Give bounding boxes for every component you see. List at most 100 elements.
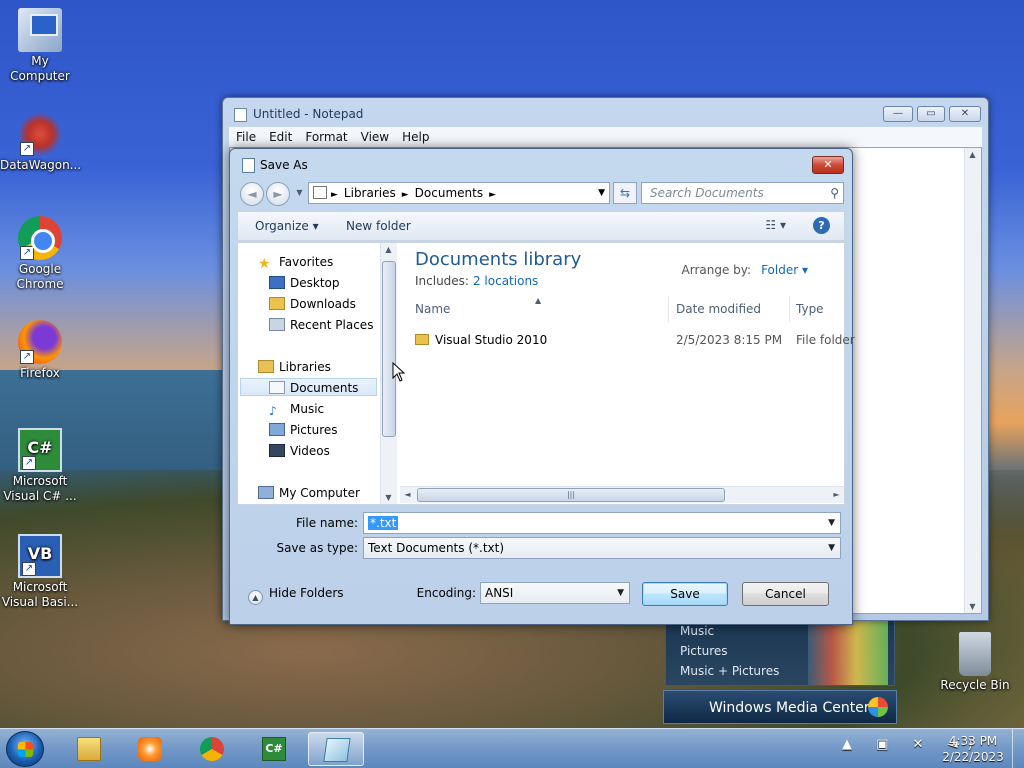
desktop-icon-chrome[interactable]: ↗ Google Chrome [0, 216, 80, 292]
chrome-icon [200, 737, 224, 761]
save-as-type-chevron-down-icon: ▼ [828, 543, 835, 553]
scrollbar-thumb[interactable] [382, 261, 396, 437]
menu-format[interactable]: Format [298, 127, 353, 144]
menu-view[interactable]: View [354, 127, 395, 144]
file-name-input[interactable]: *.txt ▼ [363, 512, 841, 534]
hide-folders-button[interactable]: ▲ Hide Folders [248, 586, 344, 605]
column-header-type[interactable]: Type [796, 296, 852, 322]
media-center-bar[interactable]: Windows Media Center [663, 690, 897, 724]
desktop-icon-my-computer[interactable]: My Computer [0, 8, 80, 84]
menu-help[interactable]: Help [395, 127, 435, 144]
scroll-down-icon[interactable]: ▼ [381, 493, 396, 502]
column-header-name[interactable]: Name ▲ [415, 296, 669, 322]
browse-pane: ★ Favorites Desktop Downloads Recent Plac… [237, 242, 855, 505]
dialog-footer: ▲ Hide Folders Encoding: ANSI ▼ Save Canc… [230, 574, 852, 614]
nav-recent-places[interactable]: Recent Places [269, 316, 389, 334]
notepad-vertical-scrollbar[interactable]: ▲ ▼ [964, 148, 981, 613]
save-button[interactable]: Save [642, 582, 728, 606]
datawagon-icon: ↗ [18, 112, 62, 156]
windows-media-center-logo-icon [868, 697, 888, 717]
scroll-right-icon[interactable]: ► [829, 490, 844, 499]
cancel-button[interactable]: Cancel [742, 582, 829, 606]
column-header-date-modified[interactable]: Date modified [676, 296, 790, 322]
file-date-modified: 2/5/2023 8:15 PM [676, 333, 783, 347]
desktop-icon-datawagon[interactable]: ↗ DataWagon... [0, 112, 81, 173]
downloads-icon [269, 297, 285, 310]
nav-music[interactable]: ♪ Music [269, 400, 389, 418]
mouse-pointer-icon [392, 362, 406, 382]
recycle-bin-icon [959, 632, 991, 676]
notepad-maximize-button[interactable]: ▭ [917, 106, 945, 122]
new-folder-button[interactable]: New folder [346, 219, 411, 233]
refresh-button[interactable]: ⇆ [613, 182, 637, 204]
vb-icon: ↗ [18, 534, 62, 578]
nav-my-computer[interactable]: My Computer [258, 484, 378, 502]
file-list-horizontal-scrollbar[interactable]: ◄ ||| ► [400, 486, 844, 503]
notepad-title: Untitled - Notepad [253, 107, 364, 121]
breadcrumb-documents[interactable]: Documents [409, 186, 489, 200]
change-view-icon[interactable]: ☷ ▾ [765, 218, 786, 232]
library-title: Documents library [415, 249, 582, 270]
notepad-icon [323, 738, 351, 762]
csharp-icon: C# [262, 737, 286, 761]
search-icon[interactable]: ⚲ [830, 183, 839, 203]
start-button[interactable] [6, 731, 44, 767]
desktop-icon-visual-csharp[interactable]: ↗ Microsoft Visual C# ... [0, 428, 80, 504]
show-desktop-button[interactable] [1012, 729, 1024, 768]
file-list-area: Documents library Includes: 2 locations A… [398, 243, 855, 504]
file-row[interactable]: Visual Studio 2010 2/5/2023 8:15 PM File… [415, 330, 855, 350]
chrome-icon: ↗ [18, 216, 62, 260]
organize-button[interactable]: Organize ▾ [255, 219, 319, 233]
navigation-pane: ★ Favorites Desktop Downloads Recent Plac… [238, 243, 380, 504]
save-as-type-select[interactable]: Text Documents (*.txt) ▼ [363, 537, 841, 559]
scroll-up-icon[interactable]: ▲ [965, 150, 980, 159]
notepad-close-button[interactable]: ✕ [949, 106, 981, 122]
scroll-left-icon[interactable]: ◄ [400, 490, 415, 499]
taskbar-windows-explorer[interactable] [61, 732, 117, 766]
scrollbar-thumb[interactable]: ||| [417, 488, 725, 502]
taskbar-visual-csharp[interactable]: C# [246, 732, 302, 766]
arrange-by-dropdown[interactable]: Folder ▾ [761, 263, 808, 277]
address-bar[interactable]: ► Libraries ► Documents ► ▼ [308, 182, 610, 204]
library-locations-link[interactable]: 2 locations [473, 274, 538, 288]
breadcrumb-libraries[interactable]: Libraries [338, 186, 402, 200]
desktop-icon-visual-basic[interactable]: ↗ Microsoft Visual Basi... [0, 534, 80, 610]
firefox-icon: ↗ [18, 320, 62, 364]
address-chevron-down-icon[interactable]: ▼ [598, 183, 605, 203]
help-icon[interactable]: ? [813, 217, 830, 234]
star-icon: ★ [258, 256, 271, 272]
scroll-down-icon[interactable]: ▼ [965, 602, 980, 611]
dialog-close-button[interactable]: ✕ [812, 156, 844, 174]
nav-downloads[interactable]: Downloads [269, 295, 389, 313]
dialog-title: Save As [260, 158, 308, 172]
scroll-up-icon[interactable]: ▲ [381, 245, 396, 254]
back-button[interactable]: ◄ [240, 182, 264, 206]
folder-icon [415, 334, 429, 345]
music-icon: ♪ [269, 404, 277, 418]
desktop-icon-firefox[interactable]: ↗ Firefox [0, 320, 80, 381]
taskbar-media-player[interactable] [122, 732, 178, 766]
nav-documents[interactable]: Documents [240, 378, 377, 396]
notepad-minimize-button[interactable]: — [883, 106, 913, 122]
taskbar-chrome[interactable] [184, 732, 240, 766]
desktop-icon [269, 276, 285, 289]
nav-videos[interactable]: Videos [269, 442, 389, 460]
file-name-chevron-down-icon[interactable]: ▼ [828, 513, 835, 533]
nav-pictures[interactable]: Pictures [269, 421, 389, 439]
computer-icon [258, 486, 274, 499]
clock[interactable]: 4:33 PM 2/22/2023 [940, 733, 1006, 765]
library-icon [313, 186, 327, 199]
taskbar-notepad[interactable] [308, 732, 364, 766]
nav-desktop[interactable]: Desktop [269, 274, 389, 292]
forward-button[interactable]: ► [266, 182, 290, 206]
desktop-icon-recycle-bin[interactable]: Recycle Bin [935, 632, 1015, 693]
menu-edit[interactable]: Edit [262, 127, 298, 144]
videos-icon [269, 444, 285, 457]
nav-favorites[interactable]: ★ Favorites [258, 253, 378, 271]
encoding-select[interactable]: ANSI ▼ [480, 582, 630, 604]
encoding-label: Encoding: [416, 586, 476, 600]
nav-libraries[interactable]: Libraries [258, 358, 378, 376]
search-input[interactable]: Search Documents ⚲ [641, 182, 844, 204]
recent-pages-chevron-down-icon[interactable]: ▼ [292, 188, 307, 197]
menu-file[interactable]: File [229, 127, 262, 144]
